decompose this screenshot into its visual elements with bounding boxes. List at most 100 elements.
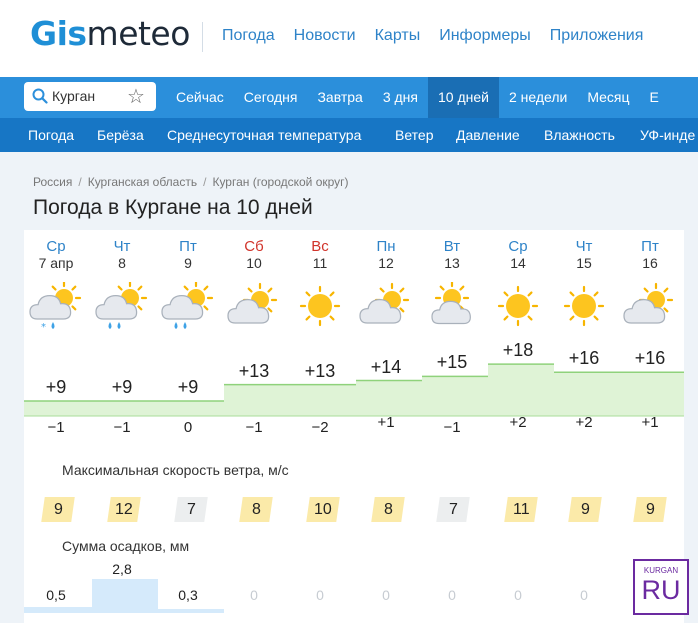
top-nav: Погода Новости Карты Информеры Приложени… xyxy=(222,27,662,45)
temp-min-label: +1 xyxy=(641,414,659,431)
day-of-week: Сб xyxy=(244,238,264,255)
day-of-week: Вс xyxy=(311,238,329,255)
nav-pogoda[interactable]: Погода xyxy=(222,27,275,45)
day-date: 14 xyxy=(510,255,526,271)
wind-speed-badge: 12 xyxy=(107,497,141,522)
temp-band-segment xyxy=(488,364,554,416)
subnav-item-1[interactable]: Берёза xyxy=(97,127,144,143)
wind-speed-badge: 8 xyxy=(371,497,405,522)
period-tab-1[interactable]: Сегодня xyxy=(234,77,308,118)
precip-section-label: Сумма осадков, мм xyxy=(62,538,190,554)
day-column-header[interactable]: Ср 14 xyxy=(488,238,548,271)
period-tab-5[interactable]: 2 недели xyxy=(499,77,577,118)
day-column-header[interactable]: Вс 11 xyxy=(290,238,350,271)
precip-bar xyxy=(158,609,224,613)
day-date: 11 xyxy=(312,255,328,271)
day-date: 15 xyxy=(576,255,592,271)
temp-min-label: −2 xyxy=(311,419,329,436)
subnav-item-5[interactable]: Влажность xyxy=(544,127,615,143)
temp-band-segment xyxy=(224,384,290,416)
period-tabs: Сейчас Сегодня Завтра 3 дня 10 дней 2 недели М… xyxy=(166,77,669,118)
period-tab-4[interactable]: 10 дней xyxy=(427,77,499,118)
day-column-header[interactable]: Вт 13 xyxy=(422,238,482,271)
temp-min-label: 0 xyxy=(183,419,193,436)
period-tab-6[interactable]: Месяц xyxy=(577,77,639,118)
day-column-header[interactable]: Чт 8 xyxy=(92,238,152,271)
search-icon xyxy=(32,88,48,104)
subnav-item-0[interactable]: Погода xyxy=(28,127,74,143)
day-of-week: Чт xyxy=(575,238,593,255)
wind-speed-badge: 8 xyxy=(239,497,273,522)
partly-cloudy-icon xyxy=(622,282,678,334)
temp-band-segment xyxy=(356,380,422,416)
day-column-header[interactable]: Пт 9 xyxy=(158,238,218,271)
day-column-header[interactable]: Сб 10 xyxy=(224,238,284,271)
precip-value: 0 xyxy=(580,587,588,603)
precip-value: 0 xyxy=(250,587,258,603)
precip-value: 0,3 xyxy=(178,587,198,603)
wind-speed-badge: 11 xyxy=(504,497,538,522)
nav-prilozheniya[interactable]: Приложения xyxy=(550,27,644,45)
wind-section-label: Максимальная скорость ветра, м/с xyxy=(62,462,289,478)
sun-icon xyxy=(556,282,612,334)
temp-min-label: +2 xyxy=(509,414,527,431)
temp-max-label: +9 xyxy=(111,377,133,397)
temp-max-label: +9 xyxy=(177,377,199,397)
temp-band-segment xyxy=(554,372,620,416)
period-tab-7[interactable]: Е xyxy=(640,77,669,118)
kurgan-ru-watermark: KURGAN RU xyxy=(633,559,689,615)
temp-band-segment xyxy=(290,384,356,416)
breadcrumb: Россия / Курганская область / Курган (городс… xyxy=(33,175,349,189)
temp-min-label: −1 xyxy=(47,419,65,436)
day-of-week: Вт xyxy=(443,238,461,255)
gismeteo-logo[interactable]: Gismeteo xyxy=(30,14,190,53)
nav-novosti[interactable]: Новости xyxy=(294,27,356,45)
forecast-card: Ср 7 апр * 9 Чт 8 12 Пт 9 7 Сб 10 8 Вс 11 10 Пн 12 8… xyxy=(24,230,684,623)
precip-bar xyxy=(24,607,92,613)
partly-cloudy-rain-icon xyxy=(94,280,150,334)
temp-band-segment xyxy=(422,376,488,416)
day-column-header[interactable]: Пт 16 xyxy=(620,238,680,271)
day-date: 8 xyxy=(118,255,126,271)
period-tab-0[interactable]: Сейчас xyxy=(166,77,234,118)
temp-max-label: +15 xyxy=(436,352,468,373)
day-of-week: Ср xyxy=(46,238,66,255)
day-column-header[interactable]: Чт 15 xyxy=(554,238,614,271)
day-column-header[interactable]: Пн 12 xyxy=(356,238,416,271)
city-search-box[interactable]: Курган ☆ xyxy=(24,82,156,111)
day-date: 16 xyxy=(642,255,658,271)
breadcrumb-russia[interactable]: Россия xyxy=(33,175,72,189)
svg-text:*: * xyxy=(41,322,46,333)
favorite-star-icon[interactable]: ☆ xyxy=(127,84,145,109)
nav-informery[interactable]: Информеры xyxy=(439,27,531,45)
day-date: 12 xyxy=(378,255,394,271)
day-of-week: Пт xyxy=(179,238,197,255)
subnav-item-2[interactable]: Среднесуточная температура xyxy=(167,127,361,143)
subnav-item-3[interactable]: Ветер xyxy=(395,127,434,143)
day-date: 7 апр xyxy=(38,255,74,271)
partly-cloudy-rain-icon xyxy=(160,280,216,334)
precip-value: 0 xyxy=(514,587,522,603)
temp-min-label: +2 xyxy=(575,414,593,431)
subnav-item-4[interactable]: Давление xyxy=(456,127,520,143)
day-column-header[interactable]: Ср 7 апр xyxy=(26,238,86,271)
day-date: 9 xyxy=(184,255,192,271)
precip-value: 0 xyxy=(448,587,456,603)
period-tab-3[interactable]: 3 дня xyxy=(373,77,428,118)
temp-band-segment xyxy=(92,401,158,416)
day-of-week: Пн xyxy=(376,238,396,255)
subnav-item-6[interactable]: УФ-инде xyxy=(640,127,695,143)
wind-speed-badge: 9 xyxy=(568,497,602,522)
breadcrumb-region[interactable]: Курганская область xyxy=(88,175,197,189)
subnav-bar: Погода Берёза Среднесуточная температура Ве… xyxy=(0,118,698,152)
precip-value: 0 xyxy=(382,587,390,603)
search-city-value[interactable]: Курган xyxy=(52,88,95,104)
site-header: Gismeteo Погода Новости Карты Информеры … xyxy=(0,0,698,77)
breadcrumb-district[interactable]: Курган (городской округ) xyxy=(212,175,348,189)
temp-min-label: +1 xyxy=(377,414,395,431)
sun-icon xyxy=(292,282,348,334)
nav-karty[interactable]: Карты xyxy=(375,27,421,45)
precip-value: 2,8 xyxy=(112,561,132,578)
day-of-week: Пт xyxy=(641,238,659,255)
period-tab-2[interactable]: Завтра xyxy=(307,77,372,118)
